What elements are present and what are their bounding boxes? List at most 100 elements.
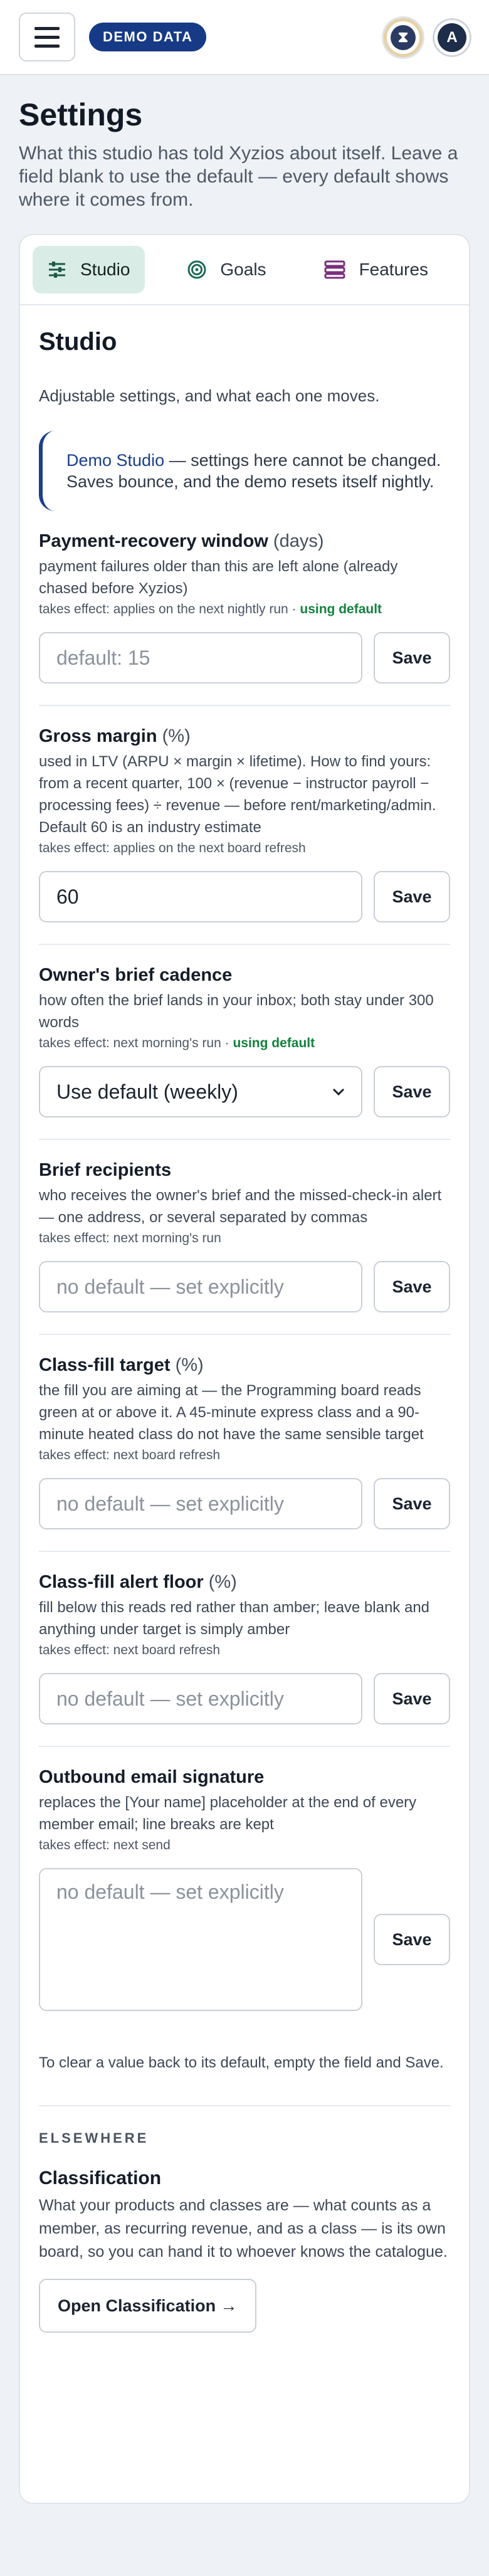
class-fill-alert-floor-input[interactable]: no default — set explicitly bbox=[39, 1673, 362, 1724]
setting-name: Class-fill alert floor (%) bbox=[39, 1572, 450, 1593]
save-button[interactable]: Save bbox=[374, 1261, 450, 1312]
email-signature-textarea[interactable]: no default — set explicitly bbox=[39, 1868, 362, 2011]
setting-unit: (days) bbox=[273, 531, 324, 551]
clear-note: To clear a value back to its default, em… bbox=[39, 2032, 450, 2106]
setting-description: payment failures older than this are lef… bbox=[39, 558, 398, 597]
menu-icon[interactable] bbox=[19, 13, 75, 61]
setting-row: no default — set explicitly Save bbox=[39, 1261, 450, 1312]
setting-name: Class-fill target (%) bbox=[39, 1355, 450, 1376]
setting-brief-recipients: Brief recipients who receives the owner'… bbox=[39, 1140, 450, 1335]
setting-description: how often the brief lands in your inbox;… bbox=[39, 992, 434, 1031]
tab-label: Features bbox=[359, 260, 429, 279]
setting-class-fill-alert-floor: Class-fill alert floor (%) fill below th… bbox=[39, 1552, 450, 1747]
class-fill-target-input[interactable]: no default — set explicitly bbox=[39, 1478, 362, 1529]
section-description: Adjustable settings, and what each one m… bbox=[39, 386, 380, 405]
setting-row: no default — set explicitly Save bbox=[39, 1673, 450, 1724]
avatar: A bbox=[438, 23, 466, 52]
setting-effect: takes effect: applies on the next board … bbox=[39, 841, 450, 856]
hourglass-button[interactable]: ⧗ bbox=[384, 18, 423, 57]
setting-description: replaces the [Your name] placeholder at … bbox=[39, 1794, 417, 1833]
default-flag: using default bbox=[300, 602, 382, 616]
tab-studio[interactable]: Studio bbox=[33, 246, 145, 293]
setting-effect: takes effect: next board refresh bbox=[39, 1448, 450, 1463]
setting-title: Brief recipients bbox=[39, 1160, 172, 1180]
setting-unit: (%) bbox=[162, 726, 191, 746]
setting-class-fill-target: Class-fill target (%) the fill you are a… bbox=[39, 1335, 450, 1552]
page-subtitle: What this studio has told Xyzios about i… bbox=[19, 143, 458, 210]
setting-name: Brief recipients bbox=[39, 1160, 450, 1181]
page-title: Settings bbox=[19, 97, 143, 132]
setting-brief-cadence: Owner's brief cadence how often the brie… bbox=[39, 945, 450, 1140]
save-button[interactable]: Save bbox=[374, 1673, 450, 1724]
setting-effect: takes effect: applies on the next nightl… bbox=[39, 602, 450, 617]
tab-label: Studio bbox=[80, 260, 130, 279]
section-title: Studio bbox=[39, 328, 117, 356]
setting-effect: takes effect: next morning's run bbox=[39, 1231, 450, 1246]
demo-studio-name: Demo Studio bbox=[66, 451, 165, 470]
default-flag: using default bbox=[233, 1036, 315, 1050]
tab-goals[interactable]: Goals bbox=[172, 246, 281, 293]
gross-margin-input[interactable]: 60 bbox=[39, 871, 362, 922]
setting-unit: (%) bbox=[175, 1355, 204, 1375]
effect-text: takes effect: applies on the next board … bbox=[39, 841, 306, 855]
target-icon bbox=[187, 260, 206, 279]
effect-text: takes effect: next send bbox=[39, 1838, 171, 1852]
effect-text: takes effect: next board refresh bbox=[39, 1643, 221, 1657]
card-body: Studio Adjustable settings, and what eac… bbox=[20, 305, 469, 2333]
top-right-actions: ⧗ A bbox=[384, 18, 471, 57]
setting-title: Class-fill alert floor bbox=[39, 1572, 204, 1592]
brief-recipients-input[interactable]: no default — set explicitly bbox=[39, 1261, 362, 1312]
setting-description: fill below this reads red rather than am… bbox=[39, 1599, 430, 1638]
classification-description: What your products and classes are — wha… bbox=[39, 2197, 448, 2261]
setting-payment-recovery-window: Payment-recovery window (days) payment f… bbox=[39, 511, 450, 706]
tab-features[interactable]: Features bbox=[309, 246, 444, 293]
demo-data-badge: DEMO DATA bbox=[89, 23, 207, 51]
hourglass-icon: ⧗ bbox=[391, 25, 416, 50]
open-classification-button[interactable]: Open Classification → bbox=[39, 2279, 256, 2333]
setting-row: 60 Save bbox=[39, 871, 450, 922]
sliders-icon bbox=[49, 261, 65, 278]
effect-text: takes effect: applies on the next nightl… bbox=[39, 602, 300, 616]
setting-name: Gross margin (%) bbox=[39, 726, 450, 747]
effect-text: takes effect: next morning's run · bbox=[39, 1036, 233, 1050]
payment-recovery-input[interactable]: default: 15 bbox=[39, 632, 362, 684]
page-header: Settings What this studio has told Xyzio… bbox=[0, 75, 489, 211]
demo-notice: Demo Studio — settings here cannot be ch… bbox=[39, 431, 450, 511]
setting-name: Owner's brief cadence bbox=[39, 965, 450, 986]
save-button[interactable]: Save bbox=[374, 1478, 450, 1529]
save-button[interactable]: Save bbox=[374, 1914, 450, 1965]
setting-effect: takes effect: next send bbox=[39, 1838, 450, 1853]
layers-icon bbox=[324, 260, 345, 279]
setting-effect: takes effect: next morning's run · using… bbox=[39, 1036, 450, 1051]
avatar-button[interactable]: A bbox=[433, 18, 471, 57]
setting-name: Payment-recovery window (days) bbox=[39, 531, 450, 552]
setting-title: Class-fill target bbox=[39, 1355, 171, 1375]
setting-title: Gross margin bbox=[39, 726, 157, 746]
save-button[interactable]: Save bbox=[374, 871, 450, 922]
setting-row: no default — set explicitly Save bbox=[39, 1478, 450, 1529]
setting-effect: takes effect: next board refresh bbox=[39, 1643, 450, 1658]
top-bar: DEMO DATA ⧗ A bbox=[0, 0, 489, 75]
select-value: Use default (weekly) bbox=[56, 1080, 238, 1103]
settings-card: Studio Goals Features Studio Adjustable … bbox=[19, 234, 470, 2504]
tab-bar: Studio Goals Features bbox=[20, 235, 469, 305]
chevron-down-icon bbox=[332, 1088, 345, 1096]
brief-cadence-select[interactable]: Use default (weekly) bbox=[39, 1066, 362, 1117]
effect-text: takes effect: next board refresh bbox=[39, 1448, 221, 1462]
setting-unit: (%) bbox=[208, 1572, 237, 1592]
setting-email-signature: Outbound email signature replaces the [Y… bbox=[39, 1747, 450, 2032]
save-button[interactable]: Save bbox=[374, 632, 450, 684]
setting-title: Outbound email signature bbox=[39, 1767, 265, 1787]
setting-row: Use default (weekly) Save bbox=[39, 1066, 450, 1117]
setting-description: who receives the owner's brief and the m… bbox=[39, 1187, 442, 1226]
setting-description: used in LTV (ARPU × margin × lifetime). … bbox=[39, 753, 436, 836]
save-button[interactable]: Save bbox=[374, 1066, 450, 1117]
setting-title: Payment-recovery window bbox=[39, 531, 268, 551]
setting-description: the fill you are aiming at — the Program… bbox=[39, 1382, 424, 1443]
classification-title: Classification bbox=[39, 2168, 162, 2188]
elsewhere-label: ELSEWHERE bbox=[39, 2130, 149, 2146]
tab-label: Goals bbox=[220, 260, 266, 279]
setting-gross-margin: Gross margin (%) used in LTV (ARPU × mar… bbox=[39, 706, 450, 945]
setting-name: Outbound email signature bbox=[39, 1767, 450, 1788]
setting-title: Owner's brief cadence bbox=[39, 965, 233, 985]
